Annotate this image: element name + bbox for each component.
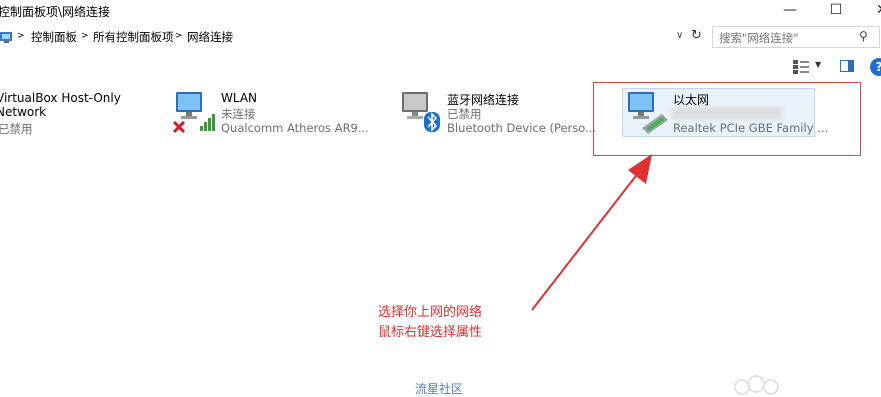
window-title: 控制面板项\网络连接 <box>0 5 111 19</box>
connection-name: VirtualBox Host-Only <box>0 91 121 105</box>
chevron-down-icon[interactable]: ∨ <box>676 30 683 41</box>
breadcrumb-item-network-connections[interactable]: 网络连接 <box>187 29 233 45</box>
breadcrumb-separator: > <box>81 31 89 41</box>
watermark-logo <box>734 375 779 395</box>
view-options-chevron-icon[interactable]: ▼ <box>815 60 821 69</box>
search-input[interactable] <box>717 29 871 47</box>
address-row: > 控制面板 > 所有控制面板项 > 网络连接 ∨ ↻ ⚲ <box>0 26 881 50</box>
connection-name-line2: Network <box>0 105 47 119</box>
connection-name: 以太网 <box>673 93 710 107</box>
watermark-text: 流星社区 <box>415 382 464 396</box>
breadcrumb-item-all-items[interactable]: 所有控制面板项 <box>93 29 174 45</box>
connection-status: 已禁用 <box>447 107 482 121</box>
connection-device: Bluetooth Device (Perso... <box>447 121 597 135</box>
help-icon[interactable]: ? <box>870 58 881 76</box>
refresh-icon[interactable]: ↻ <box>691 28 702 43</box>
connection-device: Qualcomm Atheros AR9... <box>221 121 369 135</box>
connection-status: 已禁用 <box>0 122 33 136</box>
bluetooth-adapter-icon <box>402 92 440 132</box>
annotation-arrow <box>531 154 652 311</box>
minimize-button[interactable]: — <box>767 0 813 22</box>
search-icon[interactable]: ⚲ <box>859 29 868 43</box>
control-panel-icon <box>0 32 12 43</box>
maximize-button[interactable]: ☐ <box>813 0 859 22</box>
breadcrumb-item-control-panel[interactable]: 控制面板 <box>31 29 77 45</box>
wlan-adapter-icon <box>172 92 215 134</box>
preview-pane-icon[interactable] <box>840 60 854 72</box>
breadcrumb-separator: > <box>175 31 183 41</box>
redacted-status <box>672 107 782 119</box>
title-bar: 控制面板项\网络连接 — ☐ ✕ <box>0 0 881 22</box>
connection-device: Realtek PCIe GBE Family ... <box>673 121 829 135</box>
annotation-text-line1: 选择你上网的网络 <box>378 305 483 320</box>
close-button[interactable]: ✕ <box>859 0 881 22</box>
connection-name: WLAN <box>221 91 258 105</box>
search-box[interactable] <box>712 26 880 48</box>
change-view-icon[interactable] <box>793 60 809 74</box>
connection-status: 未连接 <box>221 107 256 121</box>
breadcrumb-separator: > <box>17 31 25 41</box>
ethernet-adapter-icon <box>628 92 668 134</box>
annotation-text-line2: 鼠标右键选择属性 <box>378 325 483 340</box>
